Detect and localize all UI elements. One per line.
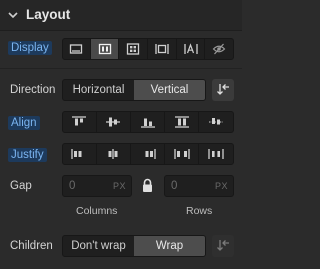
none-icon [212,43,226,55]
align-stretch-icon [174,116,190,128]
display-flex-button[interactable] [90,39,120,59]
justify-center-button[interactable] [97,144,132,164]
display-block-button[interactable] [63,39,91,59]
gap-rows-label: Rows [186,205,213,217]
children-dont-wrap-option[interactable]: Don't wrap [63,236,134,256]
inline-icon [183,43,198,55]
display-buttons [62,38,234,60]
align-baseline-icon [208,116,224,128]
children-label: Children [10,240,53,252]
gap-columns-label: Columns [76,205,118,217]
align-label: Align [8,116,40,130]
flex-icon [98,43,112,55]
display-inline-block-button[interactable] [148,39,177,59]
chevron-down-icon[interactable] [8,10,18,20]
section-header[interactable]: Layout [0,0,242,31]
display-none-button[interactable] [205,39,233,59]
display-inline-button[interactable] [177,39,206,59]
grid-icon [126,43,140,55]
gap-columns-field[interactable]: 0 PX [62,175,132,197]
justify-space-around-icon [208,148,224,160]
gap-rows-field[interactable]: 0 PX [164,175,234,197]
align-end-icon [140,116,156,128]
align-buttons [62,111,234,133]
gap-label: Gap [10,180,32,192]
justify-end-button[interactable] [131,144,165,164]
gap-rows-value: 0 [171,180,178,192]
reverse-direction-button[interactable] [212,79,234,101]
justify-start-button[interactable] [63,144,97,164]
block-icon [69,43,83,55]
divider [0,68,242,69]
align-stretch-button[interactable] [165,112,200,132]
justify-start-icon [71,148,87,160]
direction-vertical-option[interactable]: Vertical [134,80,205,100]
align-start-icon [71,116,87,128]
lock-icon[interactable] [141,178,154,196]
reverse-wrap-button[interactable] [212,235,234,257]
reverse-wrap-icon [216,238,230,255]
justify-buttons [62,143,234,165]
layout-panel: Layout Display Direction Horizontal Vert… [0,0,242,269]
gap-columns-unit[interactable]: PX [113,181,126,191]
inline-block-icon [155,43,169,55]
children-wrap-option[interactable]: Wrap [134,236,205,256]
direction-toggle: Horizontal Vertical [62,79,206,101]
justify-space-between-button[interactable] [165,144,200,164]
align-center-button[interactable] [97,112,132,132]
gap-columns-value: 0 [69,180,76,192]
justify-center-icon [105,148,121,160]
reverse-direction-icon [216,82,230,99]
align-end-button[interactable] [131,112,165,132]
display-label: Display [8,41,52,55]
justify-space-around-button[interactable] [199,144,233,164]
justify-end-icon [140,148,156,160]
display-grid-button[interactable] [119,39,149,59]
gap-rows-unit[interactable]: PX [215,181,228,191]
align-baseline-button[interactable] [199,112,233,132]
section-title: Layout [26,7,71,22]
align-start-button[interactable] [63,112,97,132]
direction-horizontal-option[interactable]: Horizontal [63,80,134,100]
children-wrap-toggle: Don't wrap Wrap [62,235,206,257]
justify-space-between-icon [173,148,190,160]
justify-label: Justify [8,148,47,162]
align-center-icon [105,116,121,128]
direction-label: Direction [10,84,56,96]
